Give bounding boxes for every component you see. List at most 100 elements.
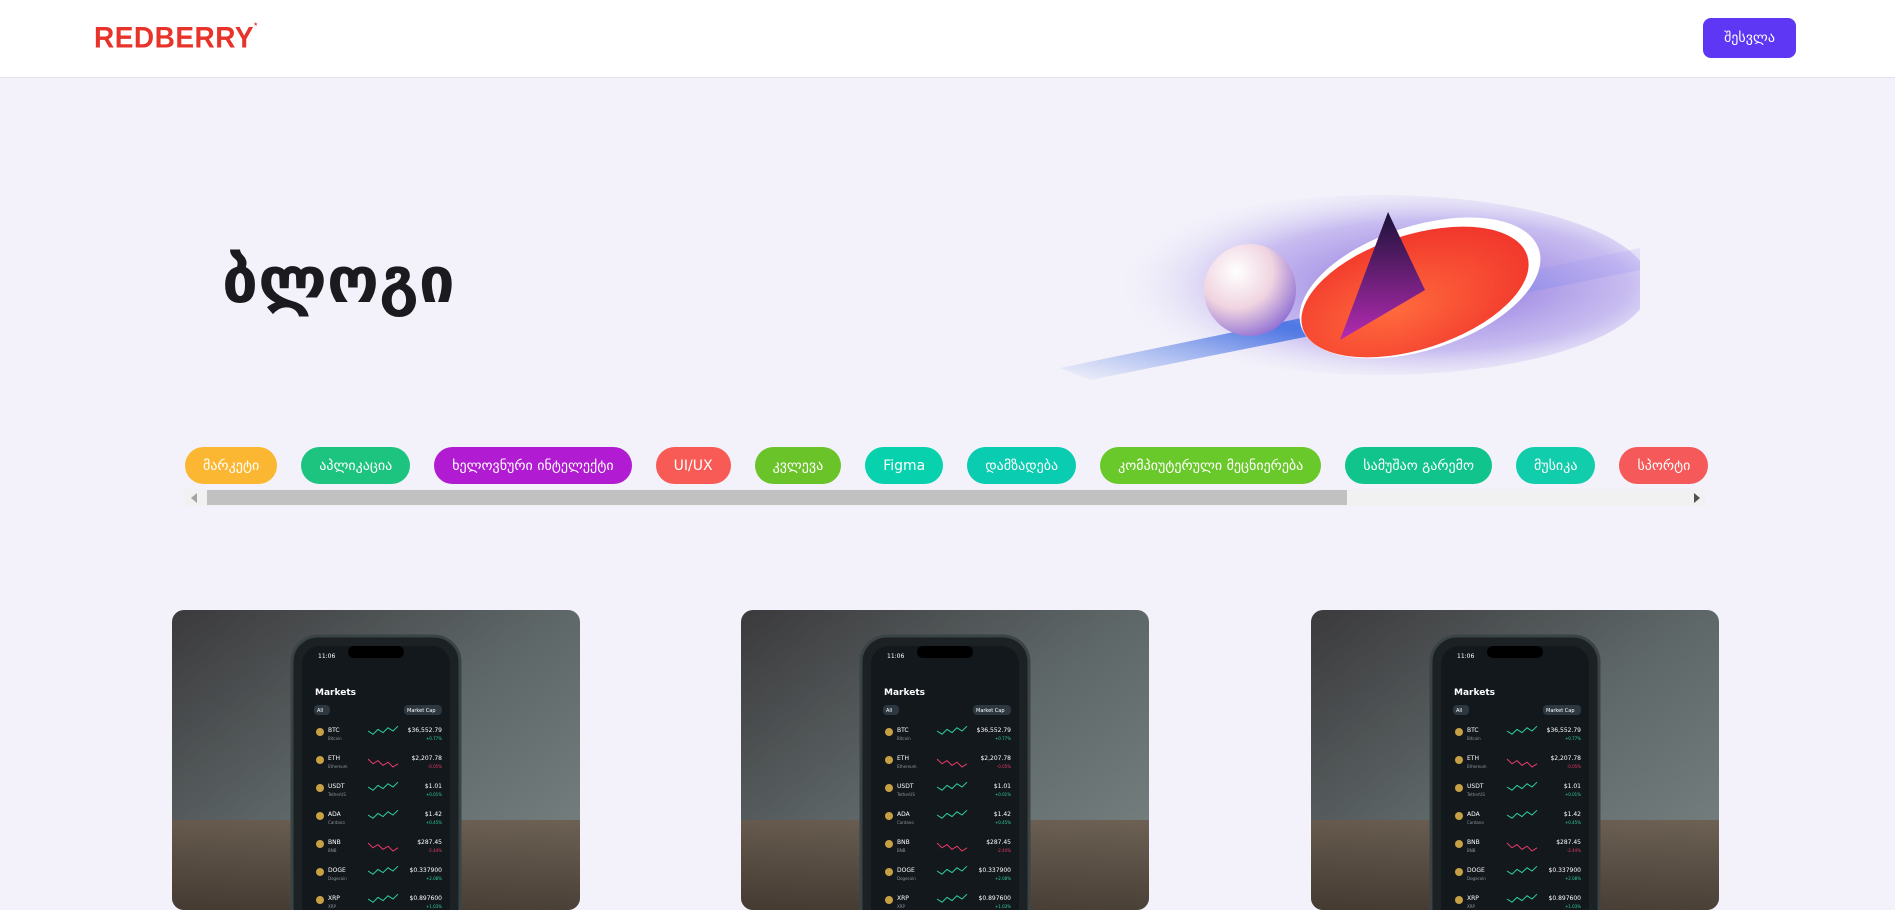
category-pill[interactable]: დამზადება	[967, 447, 1077, 484]
svg-text:ETH: ETH	[328, 755, 340, 762]
svg-text:BNB: BNB	[897, 839, 910, 846]
svg-text:XRP: XRP	[328, 895, 340, 902]
horizontal-scrollbar[interactable]	[185, 489, 1705, 506]
svg-text:ADA: ADA	[1467, 811, 1481, 818]
svg-text:$1.42: $1.42	[994, 811, 1011, 818]
category-pill[interactable]: მარკეტი	[185, 447, 278, 484]
category-pill[interactable]: მუსიკა	[1515, 447, 1596, 484]
svg-text:$0.337900: $0.337900	[410, 867, 443, 874]
blog-card[interactable]: 11:06 Markets All Market Cap BTC Bitcoin $36,5…	[1311, 610, 1719, 910]
scroll-right-arrow-icon[interactable]	[1688, 489, 1705, 506]
svg-text:+2.08%: +2.08%	[1565, 876, 1581, 881]
svg-text:XRP: XRP	[897, 895, 909, 902]
svg-text:$2,207.78: $2,207.78	[411, 755, 442, 762]
login-button[interactable]: შესვლა	[1703, 18, 1796, 58]
svg-text:DOGE: DOGE	[328, 867, 346, 874]
svg-text:$1.42: $1.42	[425, 811, 442, 818]
svg-text:Market Cap: Market Cap	[407, 708, 436, 714]
svg-text:BNB: BNB	[1467, 848, 1476, 853]
category-pill[interactable]: Figma	[865, 447, 944, 484]
svg-text:11:06: 11:06	[887, 653, 904, 660]
svg-text:Ethereum: Ethereum	[1467, 764, 1487, 769]
page-title: ბლოგი	[222, 244, 455, 318]
svg-text:+0.77%: +0.77%	[1565, 736, 1581, 741]
svg-text:+2.08%: +2.08%	[995, 876, 1011, 881]
svg-text:BTC: BTC	[897, 727, 909, 734]
svg-text:Market Cap: Market Cap	[1546, 708, 1575, 714]
blog-card[interactable]: 11:06 Markets All Market Cap BTC Bitcoin $36,5…	[172, 610, 580, 910]
svg-text:$36,552.79: $36,552.79	[408, 727, 443, 734]
svg-text:DOGE: DOGE	[897, 867, 915, 874]
svg-text:BNB: BNB	[328, 848, 337, 853]
svg-text:$1.01: $1.01	[425, 783, 442, 790]
svg-text:Dogecoin: Dogecoin	[328, 876, 347, 881]
svg-text:BNB: BNB	[1467, 839, 1480, 846]
scrollbar-thumb[interactable]	[207, 490, 1347, 505]
svg-text:$0.897600: $0.897600	[1549, 895, 1582, 902]
svg-text:TetherUS: TetherUS	[1466, 792, 1485, 797]
svg-text:11:06: 11:06	[1457, 653, 1474, 660]
svg-text:Dogecoin: Dogecoin	[897, 876, 916, 881]
svg-text:Market Cap: Market Cap	[976, 708, 1005, 714]
svg-text:+1.03%: +1.03%	[995, 904, 1011, 909]
category-pill[interactable]: კომპიუტერული მეცნიერება	[1100, 447, 1322, 484]
blog-card-image: 11:06 Markets All Market Cap BTC Bitcoin $36,5…	[172, 610, 580, 910]
category-list: მარკეტი აპლიკაცია ხელოვნური ინტელექტი UI/UX…	[185, 447, 1709, 484]
svg-text:+2.08%: +2.08%	[426, 876, 442, 881]
svg-text:BNB: BNB	[897, 848, 906, 853]
logo-text: REDBERRY	[94, 21, 255, 54]
svg-text:$0.337900: $0.337900	[1549, 867, 1582, 874]
category-pill[interactable]: აპლიკაცია	[301, 447, 411, 484]
svg-text:ETH: ETH	[1467, 755, 1479, 762]
svg-text:$36,552.79: $36,552.79	[977, 727, 1012, 734]
svg-text:Cardano: Cardano	[1467, 820, 1484, 825]
svg-text:$2,207.78: $2,207.78	[1550, 755, 1581, 762]
category-pill[interactable]: სამუშაო გარემო	[1345, 447, 1492, 484]
svg-text:+0.77%: +0.77%	[426, 736, 442, 741]
svg-text:$0.337900: $0.337900	[979, 867, 1012, 874]
svg-text:$1.01: $1.01	[994, 783, 1011, 790]
svg-text:BNB: BNB	[328, 839, 341, 846]
category-pill[interactable]: სპორტი	[1619, 447, 1709, 484]
svg-text:Bitcoin: Bitcoin	[1467, 736, 1481, 741]
svg-text:BTC: BTC	[1467, 727, 1479, 734]
svg-text:$36,552.79: $36,552.79	[1547, 727, 1582, 734]
svg-text:-0.05%: -0.05%	[997, 764, 1011, 769]
svg-text:USDT: USDT	[328, 783, 345, 790]
svg-text:ETH: ETH	[897, 755, 909, 762]
svg-text:Bitcoin: Bitcoin	[897, 736, 911, 741]
svg-text:XRP: XRP	[328, 904, 337, 909]
svg-text:-2.44%: -2.44%	[997, 848, 1011, 853]
svg-text:+0.01%: +0.01%	[426, 792, 442, 797]
category-pill[interactable]: კვლევა	[754, 447, 842, 484]
svg-text:+0.45%: +0.45%	[995, 820, 1011, 825]
category-pill[interactable]: ხელოვნური ინტელექტი	[434, 447, 632, 484]
svg-text:All: All	[317, 708, 323, 714]
top-header: REDBERRY* შესვლა	[0, 0, 1895, 78]
category-pill[interactable]: UI/UX	[655, 447, 731, 484]
hero-illustration	[1060, 195, 1640, 380]
svg-text:XRP: XRP	[897, 904, 906, 909]
scroll-left-arrow-icon[interactable]	[185, 489, 202, 506]
svg-text:USDT: USDT	[897, 783, 914, 790]
svg-text:Ethereum: Ethereum	[328, 764, 348, 769]
svg-text:ADA: ADA	[897, 811, 911, 818]
redberry-logo[interactable]: REDBERRY*	[94, 21, 258, 55]
svg-text:+0.01%: +0.01%	[995, 792, 1011, 797]
blog-card[interactable]: 11:06 Markets All Market Cap BTC Bitcoin $36,5…	[741, 610, 1149, 910]
svg-text:+0.45%: +0.45%	[426, 820, 442, 825]
svg-text:-2.44%: -2.44%	[1567, 848, 1581, 853]
svg-text:+1.03%: +1.03%	[426, 904, 442, 909]
blog-card-image: 11:06 Markets All Market Cap BTC Bitcoin $36,5…	[1311, 610, 1719, 910]
svg-text:$287.45: $287.45	[417, 839, 442, 846]
svg-text:$2,207.78: $2,207.78	[980, 755, 1011, 762]
category-scroller[interactable]: მარკეტი აპლიკაცია ხელოვნური ინტელექტი UI/UX…	[185, 447, 1709, 507]
svg-text:+0.77%: +0.77%	[995, 736, 1011, 741]
svg-text:ADA: ADA	[328, 811, 342, 818]
svg-text:-0.05%: -0.05%	[428, 764, 442, 769]
svg-text:All: All	[1456, 708, 1462, 714]
svg-text:11:06: 11:06	[318, 653, 335, 660]
svg-text:BTC: BTC	[328, 727, 340, 734]
svg-text:$1.01: $1.01	[1564, 783, 1581, 790]
svg-text:TetherUS: TetherUS	[327, 792, 346, 797]
